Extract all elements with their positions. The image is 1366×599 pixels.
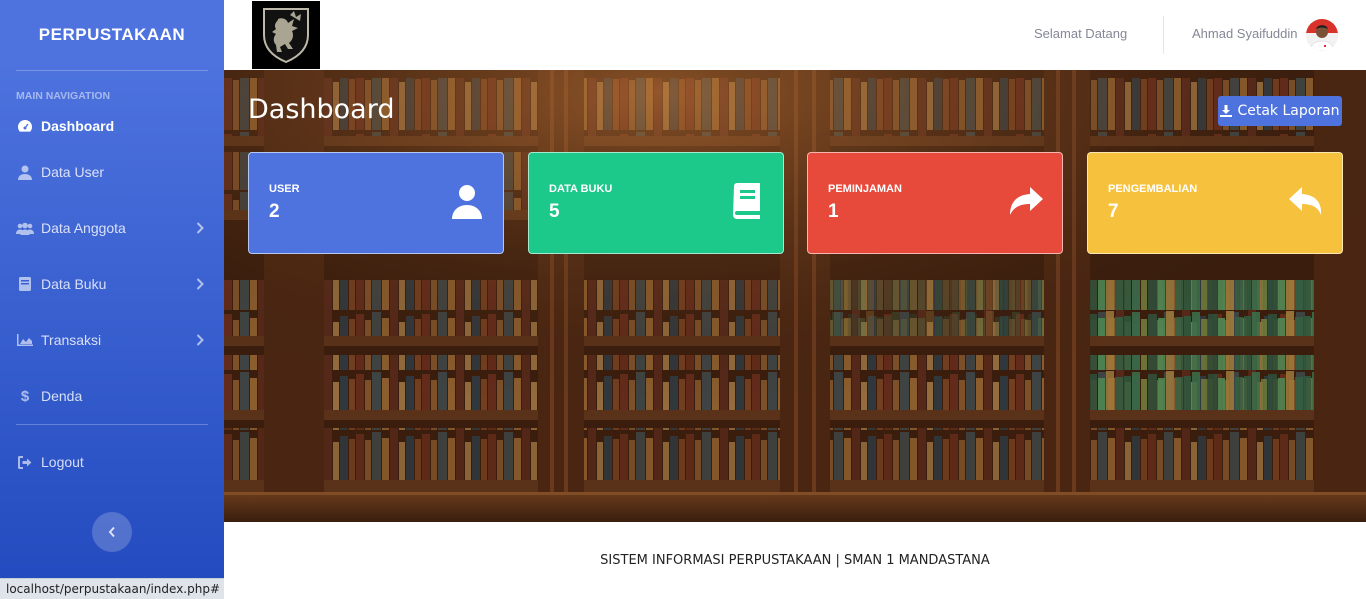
sidebar-item-data-anggota[interactable]: Data Anggota	[0, 200, 224, 256]
dashboard-hero: Dashboard Cetak Laporan USER 2 DATA BUKU…	[224, 70, 1366, 522]
sidebar-item-label: Dashboard	[41, 118, 115, 134]
card-label: PEMINJAMAN	[828, 183, 902, 195]
sidebar-brand[interactable]: PERPUSTAKAAN	[0, 0, 224, 70]
print-report-label: Cetak Laporan	[1237, 103, 1340, 119]
stat-card-user[interactable]: USER 2	[248, 152, 504, 254]
sidebar-item-data-user[interactable]: Data User	[0, 144, 224, 200]
sidebar-toggle-button[interactable]	[92, 512, 132, 552]
griffin-logo-icon	[252, 1, 320, 69]
topbar-divider	[1163, 16, 1164, 54]
user-icon	[16, 164, 34, 180]
sidebar-item-label: Logout	[41, 454, 84, 470]
card-value: 5	[549, 201, 560, 222]
card-label: DATA BUKU	[549, 183, 613, 195]
card-value: 2	[269, 201, 280, 222]
tachometer-icon	[16, 118, 34, 134]
sign-out-icon	[16, 454, 34, 470]
sidebar-item-logout[interactable]: Logout	[0, 434, 224, 490]
sidebar-item-transaksi[interactable]: Transaksi	[0, 312, 224, 368]
status-bar-url: localhost/perpustakaan/index.php#	[0, 578, 228, 599]
chevron-right-icon	[196, 334, 204, 346]
sidebar: PERPUSTAKAAN MAIN NAVIGATION Dashboard D…	[0, 0, 224, 599]
sidebar-item-label: Denda	[41, 388, 83, 404]
stat-card-peminjaman[interactable]: PEMINJAMAN 1	[807, 152, 1063, 254]
card-label: PENGEMBALIAN	[1108, 183, 1198, 195]
footer: SISTEM INFORMASI PERPUSTAKAAN | SMAN 1 M…	[224, 522, 1366, 599]
sidebar-item-denda[interactable]: $ Denda	[0, 368, 224, 424]
chart-area-icon	[16, 332, 34, 348]
download-icon	[1220, 105, 1233, 117]
sidebar-heading: MAIN NAVIGATION	[16, 90, 111, 102]
book-icon	[733, 183, 760, 219]
sidebar-item-data-buku[interactable]: Data Buku	[0, 256, 224, 312]
sidebar-item-label: Data Anggota	[41, 220, 126, 236]
users-icon	[16, 220, 34, 236]
chevron-right-icon	[196, 222, 204, 234]
card-label: USER	[269, 183, 300, 195]
footer-text: SISTEM INFORMASI PERPUSTAKAAN | SMAN 1 M…	[600, 553, 990, 568]
dollar-icon: $	[20, 387, 30, 405]
chevron-right-icon	[196, 278, 204, 290]
book-icon	[16, 276, 34, 292]
card-value: 7	[1108, 201, 1119, 222]
stat-card-data-buku[interactable]: DATA BUKU 5	[528, 152, 784, 254]
bookshelf-background-image	[224, 70, 1366, 522]
reply-icon	[1289, 187, 1322, 215]
stat-card-pengembalian[interactable]: PENGEMBALIAN 7	[1087, 152, 1343, 254]
sidebar-item-label: Transaksi	[41, 332, 102, 348]
topbar: Selamat Datang Ahmad Syaifuddin	[224, 0, 1366, 70]
user-name[interactable]: Ahmad Syaifuddin	[1192, 26, 1298, 41]
chevron-left-icon	[108, 526, 115, 538]
print-report-button[interactable]: Cetak Laporan	[1218, 96, 1342, 126]
avatar[interactable]	[1306, 19, 1338, 51]
sidebar-item-label: Data User	[41, 164, 105, 180]
sidebar-item-dashboard[interactable]: Dashboard	[0, 108, 224, 144]
welcome-text: Selamat Datang	[1034, 26, 1128, 41]
card-value: 1	[828, 201, 839, 222]
sidebar-divider	[16, 424, 208, 425]
page-title: Dashboard	[248, 94, 395, 125]
sidebar-item-label: Data Buku	[41, 276, 107, 292]
user-icon	[452, 185, 482, 219]
share-icon	[1010, 187, 1043, 215]
